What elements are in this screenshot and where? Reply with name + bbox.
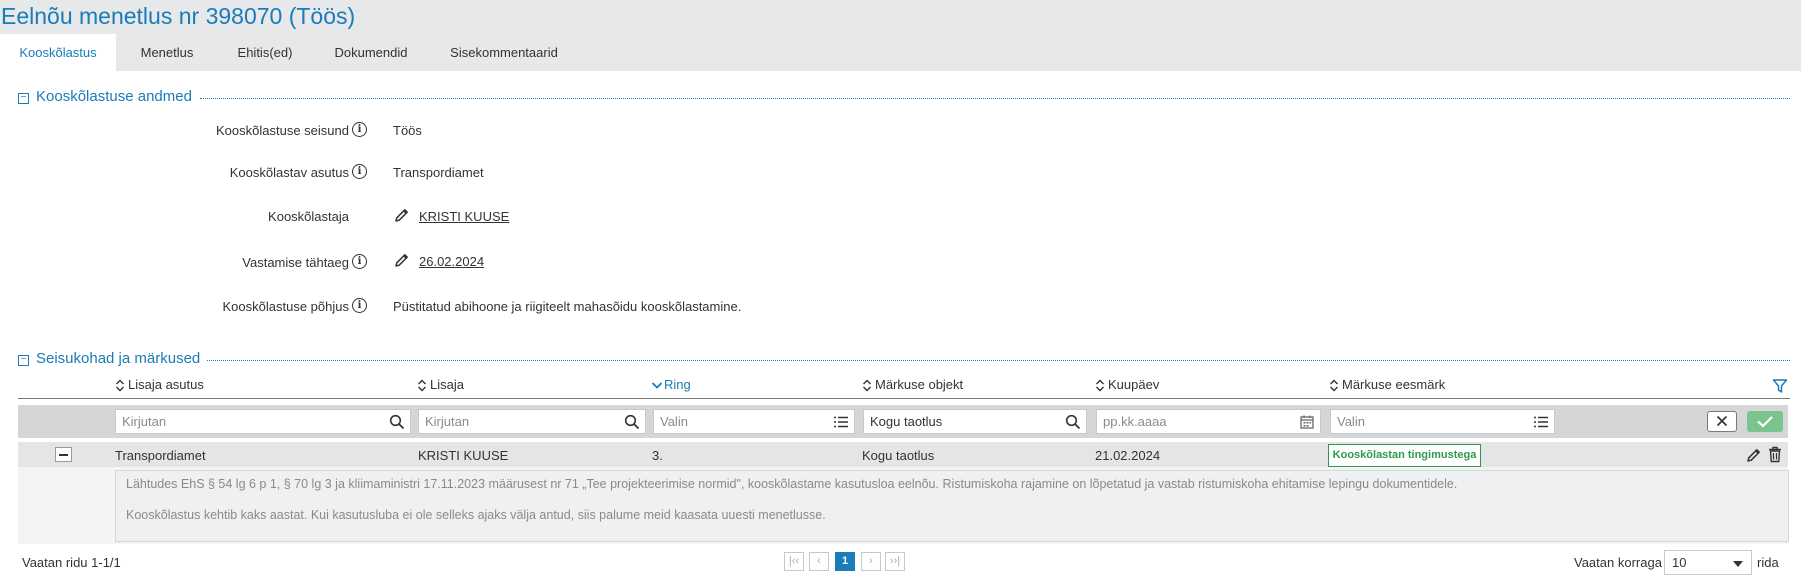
kooskolastaja-link[interactable]: KRISTI KUUSE [419,209,509,224]
col-markuse-objekt[interactable]: Märkuse objekt [862,377,963,392]
collapse-toggle[interactable]: − [18,355,29,366]
rows-info: Vaatan ridu 1-1/1 [22,555,121,570]
per-page-select[interactable]: 10 [1664,550,1752,575]
sort-icon [115,379,125,392]
per-page-label: Vaatan korraga [1574,555,1662,570]
status-badge: Kooskõlastan tingimustega [1328,444,1481,467]
list-icon [1533,414,1549,430]
cell-markuse-objekt: Kogu taotlus [862,448,935,463]
header-rule [18,398,1790,399]
calendar-icon [1299,414,1315,430]
section-kooskolastuse-andmed: − Kooskõlastuse andmed [18,88,1790,108]
page-title: Eelnõu menetlus nr 398070 (Töös) [1,3,356,29]
section-seisukohad: − Seisukohad ja märkused [18,350,1790,370]
collapse-toggle[interactable]: − [18,93,29,104]
filter-kuupaev-input[interactable]: pp.kk.aaaa [1096,409,1321,434]
field-label-kooskolastaja: Kooskõlastaja [268,209,349,224]
filter-markuse-objekt-input[interactable]: Kogu taotlus [863,409,1087,434]
field-value-seisund: Töös [393,123,422,138]
list-icon [833,414,849,430]
prev-page-button[interactable]: ‹ [809,552,829,571]
field-value-pohjus: Püstitatud abihoone ja riigiteelt mahasõ… [393,299,742,314]
field-label-asutus: Kooskõlastav asutus [229,165,349,180]
filter-lisaja-input[interactable]: Kirjutan [418,409,646,434]
per-page-suffix: rida [1757,555,1779,570]
tab-ehitised[interactable]: Ehitis(ed) [222,34,308,71]
edit-pencil-icon[interactable] [394,207,410,223]
search-icon [389,414,405,430]
col-ring[interactable]: Ring [651,377,691,392]
col-lisaja[interactable]: Lisaja [417,377,464,392]
comment-line: Lähtudes EhS § 54 lg 6 p 1, § 70 lg 3 ja… [126,477,1458,491]
comment-line: Kooskõlastus kehtib kaks aastat. Kui kas… [126,508,826,522]
sort-icon [862,379,872,392]
section-title: Kooskõlastuse andmed [36,88,198,105]
info-icon[interactable]: i [352,164,367,179]
search-icon [1065,414,1081,430]
field-label-pohjus: Kooskõlastuse põhjus [222,299,349,314]
first-page-button[interactable]: |‹‹ [784,552,804,571]
next-page-button[interactable]: › [861,552,881,571]
col-lisaja-asutus[interactable]: Lisaja asutus [115,377,204,392]
tab-menetlus[interactable]: Menetlus [122,34,212,71]
filter-eesmark-select[interactable]: Valin [1330,409,1555,434]
clear-filter-button[interactable] [1707,411,1737,432]
sort-icon [1329,379,1339,392]
section-title: Seisukohad ja märkused [36,350,207,367]
tahtaeg-link[interactable]: 26.02.2024 [419,254,484,269]
page-button[interactable]: 1 [835,552,855,571]
cell-kuupaev: 21.02.2024 [1095,448,1161,463]
cell-ring: 3. [652,448,663,463]
edit-pencil-icon[interactable] [1746,447,1762,463]
search-icon [624,414,640,430]
edit-pencil-icon[interactable] [394,252,410,268]
field-label-tahtaeg: Vastamise tähtaeg [242,255,349,270]
info-icon[interactable]: i [352,298,367,313]
tab-kooskolastus[interactable]: Kooskõlastus [0,34,116,71]
trash-icon[interactable] [1768,446,1782,463]
tab-sisekommentaarid[interactable]: Sisekommentaarid [436,34,572,71]
field-value-asutus: Transpordiamet [393,165,484,180]
col-markuse-eesmark[interactable]: Märkuse eesmärk [1329,377,1445,392]
info-icon[interactable]: i [352,254,367,269]
cell-lisaja: KRISTI KUUSE [418,448,509,463]
info-icon[interactable]: i [352,122,367,137]
collapse-row-button[interactable] [55,447,72,462]
filter-icon[interactable] [1772,378,1788,394]
col-kuupaev[interactable]: Kuupäev [1095,377,1159,392]
cell-lisaja-asutus: Transpordiamet [115,448,206,463]
field-label-seisund: Kooskõlastuse seisund [216,123,349,138]
filter-ring-select[interactable]: Valin [653,409,855,434]
sort-icon [1095,379,1105,392]
tab-dokumendid[interactable]: Dokumendid [320,34,422,71]
sort-icon [417,379,427,392]
filter-lisaja-asutus-input[interactable]: Kirjutan [115,409,411,434]
apply-filter-button[interactable] [1747,411,1783,432]
sort-desc-icon [651,379,663,392]
last-page-button[interactable]: ››| [885,552,905,571]
caret-down-icon [1733,561,1743,567]
